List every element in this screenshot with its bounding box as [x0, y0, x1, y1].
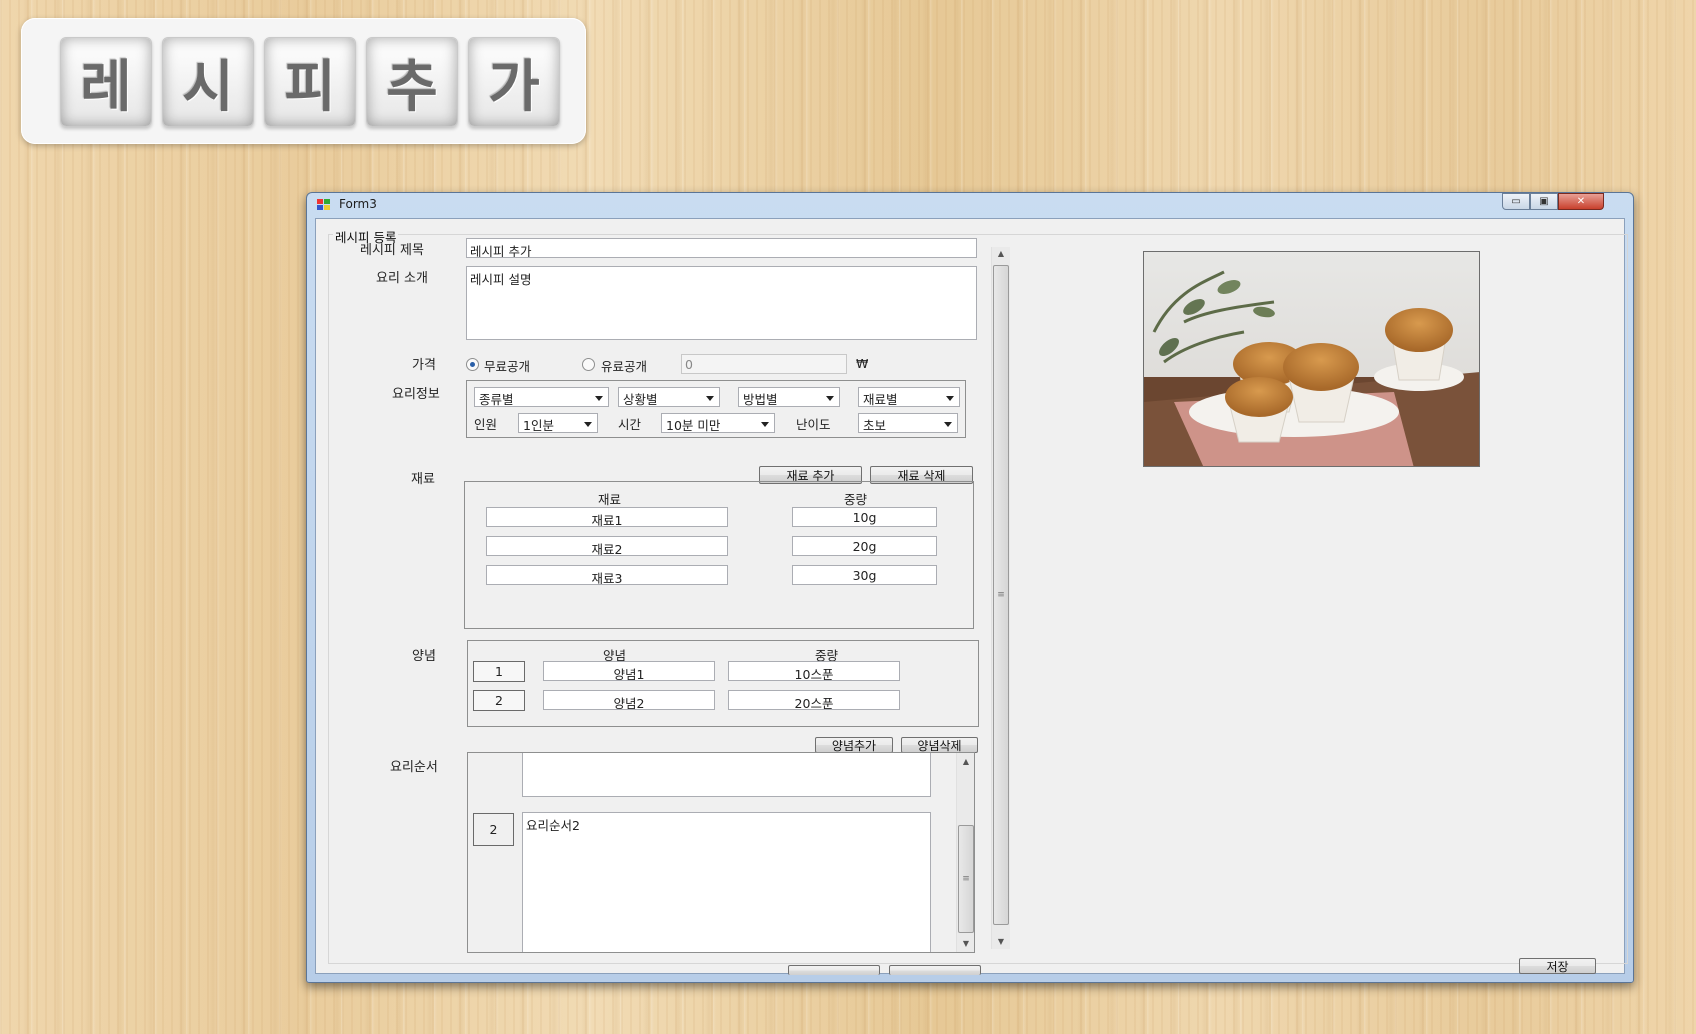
step-delete-button[interactable] — [889, 965, 981, 975]
title-tile: 시 — [162, 37, 254, 127]
ingredient-amount-input[interactable]: 20g — [792, 536, 937, 556]
step-textarea[interactable] — [522, 753, 931, 797]
ingredient-name-input[interactable]: 재료3 — [486, 565, 728, 585]
seasoning-name-input[interactable]: 양념1 — [543, 661, 715, 681]
currency-label: ₩ — [856, 356, 869, 371]
app-icon — [317, 199, 331, 211]
difficulty-combo[interactable]: 초보 — [858, 413, 958, 433]
title-tile: 피 — [264, 37, 356, 127]
seasoning-amount-input[interactable]: 10스푼 — [728, 661, 900, 681]
seasoning-number: 2 — [473, 690, 525, 711]
price-free-label: 무료공개 — [484, 359, 531, 374]
price-label: 가격 — [412, 358, 436, 373]
chevron-down-icon — [944, 422, 952, 427]
servings-combo-value: 1인분 — [523, 418, 554, 433]
window-client: 레시피 등록 레시피 제목 레시피 추가 요리 소개 레시피 설명 가격 무료공… — [315, 218, 1628, 975]
servings-label: 인원 — [474, 417, 498, 432]
price-paid-label: 유료공개 — [601, 359, 648, 374]
recipe-title-input[interactable]: 레시피 추가 — [466, 238, 977, 258]
maximize-icon: ▣ — [1539, 196, 1549, 207]
intro-textarea[interactable]: 레시피 설명 — [466, 266, 977, 340]
maximize-button[interactable]: ▣ — [1530, 193, 1558, 210]
ingredient-amount-input[interactable]: 30g — [792, 565, 937, 585]
delete-seasoning-button[interactable]: 양념삭제 — [901, 737, 978, 753]
chevron-down-icon — [595, 396, 603, 401]
add-seasoning-button[interactable]: 양념추가 — [815, 737, 893, 753]
kind-combo[interactable]: 종류별 — [474, 387, 609, 407]
time-label: 시간 — [618, 417, 642, 432]
ingredient-name-input[interactable]: 재료1 — [486, 507, 728, 527]
time-combo-value: 10분 미만 — [666, 418, 721, 433]
title-tile: 추 — [366, 37, 458, 127]
situation-combo-value: 상황별 — [623, 392, 658, 407]
step-add-button[interactable] — [788, 965, 880, 975]
chevron-down-icon — [946, 396, 954, 401]
method-combo[interactable]: 방법별 — [738, 387, 840, 407]
difficulty-label: 난이도 — [796, 417, 831, 432]
step-textarea[interactable]: 요리순서2 — [522, 812, 931, 952]
scroll-down-icon[interactable]: ▼ — [992, 935, 1010, 949]
seasoning-name-input[interactable]: 양념2 — [543, 690, 715, 710]
situation-combo[interactable]: 상황별 — [618, 387, 720, 407]
chevron-down-icon — [584, 422, 592, 427]
intro-label: 요리 소개 — [376, 271, 428, 286]
steps-scrollbar[interactable]: ▲ ≡ ▼ — [956, 753, 974, 952]
close-button[interactable]: ✕ — [1558, 193, 1604, 210]
ingredient-amount-header: 중량 — [844, 492, 868, 507]
chevron-down-icon — [706, 396, 714, 401]
title-tile: 가 — [468, 37, 560, 127]
chevron-down-icon — [761, 422, 769, 427]
seasoning-amount-input[interactable]: 20스푼 — [728, 690, 900, 710]
minimize-icon: ▭ — [1511, 196, 1521, 207]
minimize-button[interactable]: ▭ — [1502, 193, 1530, 210]
seasonings-label: 양념 — [412, 649, 436, 664]
ingredient-combo[interactable]: 재료별 — [858, 387, 960, 407]
muffin-photo-image — [1144, 252, 1479, 466]
window-titlebar[interactable]: Form3 ▭ ▣ ✕ — [307, 193, 1633, 217]
servings-combo[interactable]: 1인분 — [518, 413, 598, 433]
ingredient-name-header: 재료 — [598, 492, 622, 507]
price-free-radio[interactable] — [466, 358, 479, 371]
method-combo-value: 방법별 — [743, 392, 778, 407]
grip-icon: ≡ — [962, 874, 970, 884]
recipe-photo[interactable] — [1143, 251, 1480, 467]
chevron-down-icon — [826, 396, 834, 401]
recipe-title-label: 레시피 제목 — [360, 243, 424, 258]
scroll-up-icon[interactable]: ▲ — [957, 755, 974, 769]
price-input[interactable]: 0 — [681, 354, 847, 374]
ingredients-label: 재료 — [411, 472, 435, 487]
steps-box: 2 요리순서2 ▲ ≡ ▼ — [467, 752, 975, 953]
title-tile: 레 — [60, 37, 152, 127]
kind-combo-value: 종류별 — [479, 392, 514, 407]
price-paid-radio[interactable] — [582, 358, 595, 371]
save-button[interactable]: 저장 — [1519, 958, 1596, 974]
form-scroll-thumb[interactable]: ≡ — [993, 265, 1009, 925]
seasonings-box — [467, 640, 979, 727]
seasoning-number: 1 — [473, 661, 525, 682]
title-banner: 레 시 피 추 가 — [21, 18, 586, 144]
grip-icon: ≡ — [997, 590, 1005, 600]
scroll-down-icon[interactable]: ▼ — [957, 937, 974, 951]
close-icon: ✕ — [1576, 196, 1586, 207]
ingredient-amount-input[interactable]: 10g — [792, 507, 937, 527]
difficulty-combo-value: 초보 — [863, 418, 887, 433]
scroll-up-icon[interactable]: ▲ — [992, 247, 1010, 261]
window-title: Form3 — [339, 197, 377, 211]
info-label: 요리정보 — [392, 387, 440, 402]
ingredient-combo-value: 재료별 — [863, 392, 898, 407]
step-number: 2 — [473, 813, 514, 846]
ingredient-name-input[interactable]: 재료2 — [486, 536, 728, 556]
time-combo[interactable]: 10분 미만 — [661, 413, 775, 433]
steps-label: 요리순서 — [390, 760, 438, 775]
form-scrollbar[interactable]: ▲ ≡ ▼ — [991, 247, 1010, 949]
steps-scroll-thumb[interactable]: ≡ — [958, 825, 974, 933]
form3-window: Form3 ▭ ▣ ✕ 레시피 등록 레시피 제목 레시피 추가 요리 소개 레… — [306, 192, 1634, 983]
